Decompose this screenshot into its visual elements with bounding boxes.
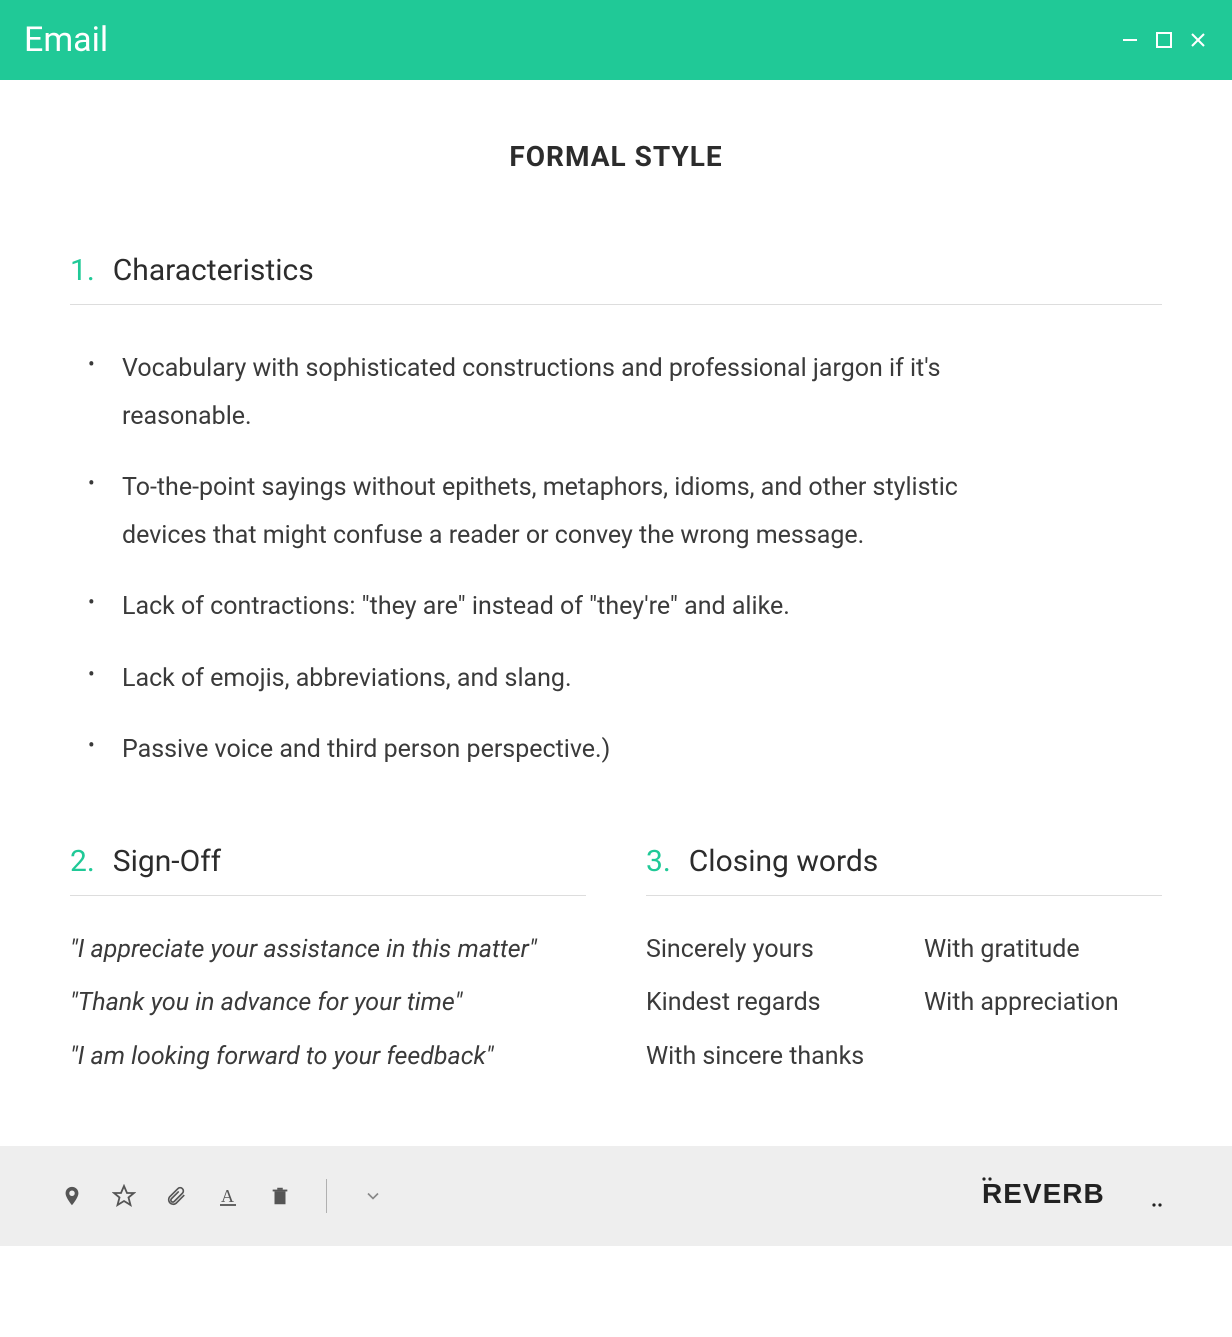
maximize-button[interactable] xyxy=(1154,30,1174,50)
location-pin-icon[interactable] xyxy=(60,1184,84,1208)
close-button[interactable] xyxy=(1188,30,1208,50)
trash-icon[interactable] xyxy=(268,1184,292,1208)
footer-icon-group: A xyxy=(60,1179,385,1213)
closing-word: With sincere thanks xyxy=(646,1033,884,1081)
list-item: "Thank you in advance for your time" xyxy=(70,979,586,1027)
toolbar-divider xyxy=(326,1179,327,1213)
text-format-icon[interactable]: A xyxy=(216,1184,240,1208)
list-item: Vocabulary with sophisticated constructi… xyxy=(88,345,968,440)
closing-word: Kindest regards xyxy=(646,979,884,1027)
section-label: Characteristics xyxy=(113,253,314,288)
document-body: FORMAL STYLE 1. Characteristics Vocabula… xyxy=(0,80,1232,1146)
section-label: Closing words xyxy=(689,844,879,879)
closing-word: With appreciation xyxy=(924,979,1162,1027)
svg-text:REVERB: REVERB xyxy=(982,1178,1105,1209)
section-number: 3. xyxy=(646,844,671,879)
closing-word: With gratitude xyxy=(924,926,1162,974)
closing-col-1: Sincerely yours Kindest regards With sin… xyxy=(646,926,884,1087)
section-label: Sign-Off xyxy=(113,844,221,879)
brand-logo: REVERB xyxy=(982,1173,1162,1220)
section-number: 1. xyxy=(70,253,95,288)
svg-text:A: A xyxy=(221,1186,234,1206)
two-column-row: 2. Sign-Off "I appreciate your assistanc… xyxy=(70,844,1162,1087)
list-item: To-the-point sayings without epithets, m… xyxy=(88,464,968,559)
list-item: Passive voice and third person perspecti… xyxy=(88,726,968,774)
window-controls xyxy=(1120,30,1208,50)
list-item: Lack of emojis, abbreviations, and slang… xyxy=(88,655,968,703)
list-item: Lack of contractions: "they are" instead… xyxy=(88,583,968,631)
closing-word: Sincerely yours xyxy=(646,926,884,974)
closing-col-2: With gratitude With appreciation xyxy=(924,926,1162,1087)
minimize-button[interactable] xyxy=(1120,30,1140,50)
section-heading-characteristics: 1. Characteristics xyxy=(70,253,1162,305)
page-title: FORMAL STYLE xyxy=(70,140,1162,173)
closing-column: 3. Closing words Sincerely yours Kindest… xyxy=(646,844,1162,1087)
section-heading-closing: 3. Closing words xyxy=(646,844,1162,896)
paperclip-icon[interactable] xyxy=(164,1184,188,1208)
chevron-down-icon[interactable] xyxy=(361,1184,385,1208)
footer-toolbar: A REVERB xyxy=(0,1146,1232,1246)
app-title: Email xyxy=(24,20,108,60)
window-title-bar: Email xyxy=(0,0,1232,80)
closing-words-grid: Sincerely yours Kindest regards With sin… xyxy=(646,926,1162,1087)
star-icon[interactable] xyxy=(112,1184,136,1208)
list-item: "I am looking forward to your feedback" xyxy=(70,1033,586,1081)
signoff-list: "I appreciate your assistance in this ma… xyxy=(70,926,586,1081)
list-item: "I appreciate your assistance in this ma… xyxy=(70,926,586,974)
section-heading-signoff: 2. Sign-Off xyxy=(70,844,586,896)
signoff-column: 2. Sign-Off "I appreciate your assistanc… xyxy=(70,844,586,1087)
section-number: 2. xyxy=(70,844,95,879)
characteristics-list: Vocabulary with sophisticated constructi… xyxy=(70,345,1162,774)
